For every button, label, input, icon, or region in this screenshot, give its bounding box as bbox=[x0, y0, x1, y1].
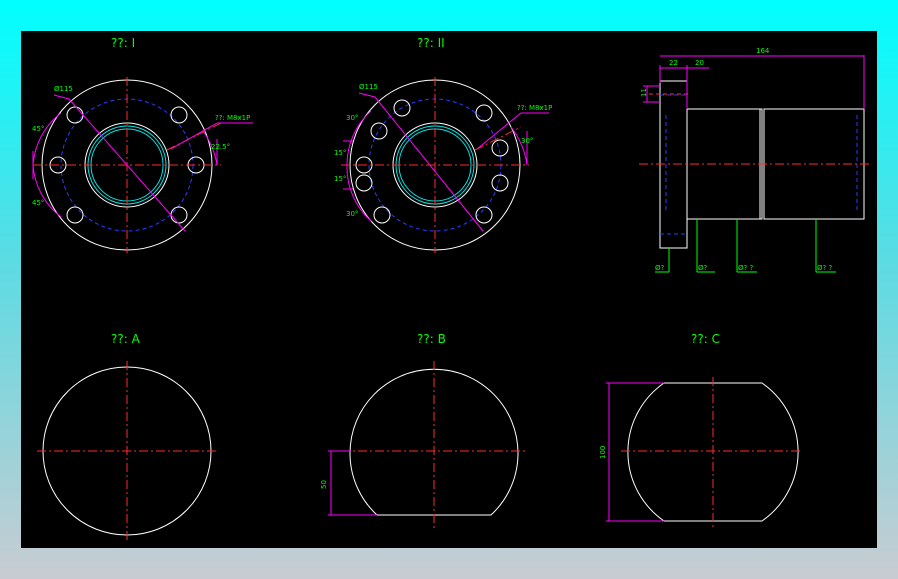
bolt-hole bbox=[170, 106, 188, 124]
thread-label: ??: M8x1P bbox=[215, 114, 250, 122]
view-c: ??: C 100 bbox=[599, 332, 803, 527]
view-a: ??: A bbox=[37, 332, 219, 543]
dimension-label: 22 bbox=[669, 59, 678, 67]
angle-label: 45° bbox=[32, 199, 44, 207]
angle-label: 15° bbox=[334, 175, 346, 183]
drawing-canvas: ??: I Ø115 ??: M8x1P 45° 45° 22.5° ??: I… bbox=[21, 31, 877, 548]
dimension-line bbox=[358, 92, 376, 98]
callout-label: Ø? bbox=[655, 264, 665, 272]
angle-label: 30° bbox=[346, 114, 358, 122]
cad-drawing: ??: I Ø115 ??: M8x1P 45° 45° 22.5° ??: I… bbox=[32, 36, 871, 543]
view-b-title: ??: B bbox=[417, 332, 446, 346]
view-i-title: ??: I bbox=[111, 36, 135, 50]
callout-label: Ø? bbox=[698, 264, 708, 272]
bolt-hole bbox=[170, 206, 188, 224]
view-ii: ??: II Ø115 ??: M8x1P 30° 15° 15° 30° 30… bbox=[334, 36, 552, 253]
dimension-line bbox=[374, 96, 484, 232]
bolt-hole bbox=[475, 104, 493, 122]
side-view: 22 20 164 11 Ø? Ø? Ø? ? Ø? ? bbox=[639, 47, 871, 273]
dimension-label: 100 bbox=[599, 446, 607, 459]
angle-label: 30° bbox=[521, 137, 533, 145]
dimension-label: 11 bbox=[640, 88, 648, 97]
bolt-hole bbox=[491, 174, 509, 192]
thread-label: ??: M8x1P bbox=[517, 104, 552, 112]
view-a-title: ??: A bbox=[111, 332, 141, 346]
dimension-label: 50 bbox=[320, 480, 328, 489]
bolt-hole bbox=[66, 206, 84, 224]
view-c-title: ??: C bbox=[691, 332, 720, 346]
angle-label: 45° bbox=[32, 125, 44, 133]
diameter-label: Ø115 bbox=[54, 85, 73, 93]
dimension-line bbox=[53, 94, 70, 100]
view-b: ??: B 50 bbox=[320, 332, 527, 531]
bolt-hole bbox=[373, 206, 391, 224]
bolt-hole bbox=[370, 122, 388, 140]
angle-label: 22.5° bbox=[211, 143, 230, 151]
bolt-hole bbox=[66, 106, 84, 124]
angle-label: 30° bbox=[346, 210, 358, 218]
view-i: ??: I Ø115 ??: M8x1P 45° 45° 22.5° bbox=[32, 36, 253, 253]
angle-label: 15° bbox=[334, 149, 346, 157]
view-ii-title: ??: II bbox=[417, 36, 445, 50]
diameter-label: Ø115 bbox=[359, 83, 378, 91]
callout-label: Ø? ? bbox=[738, 264, 753, 272]
dimension-label: 20 bbox=[695, 59, 704, 67]
dimension-label: 164 bbox=[756, 47, 770, 55]
bolt-hole bbox=[355, 174, 373, 192]
callout-label: Ø? ? bbox=[817, 264, 832, 272]
